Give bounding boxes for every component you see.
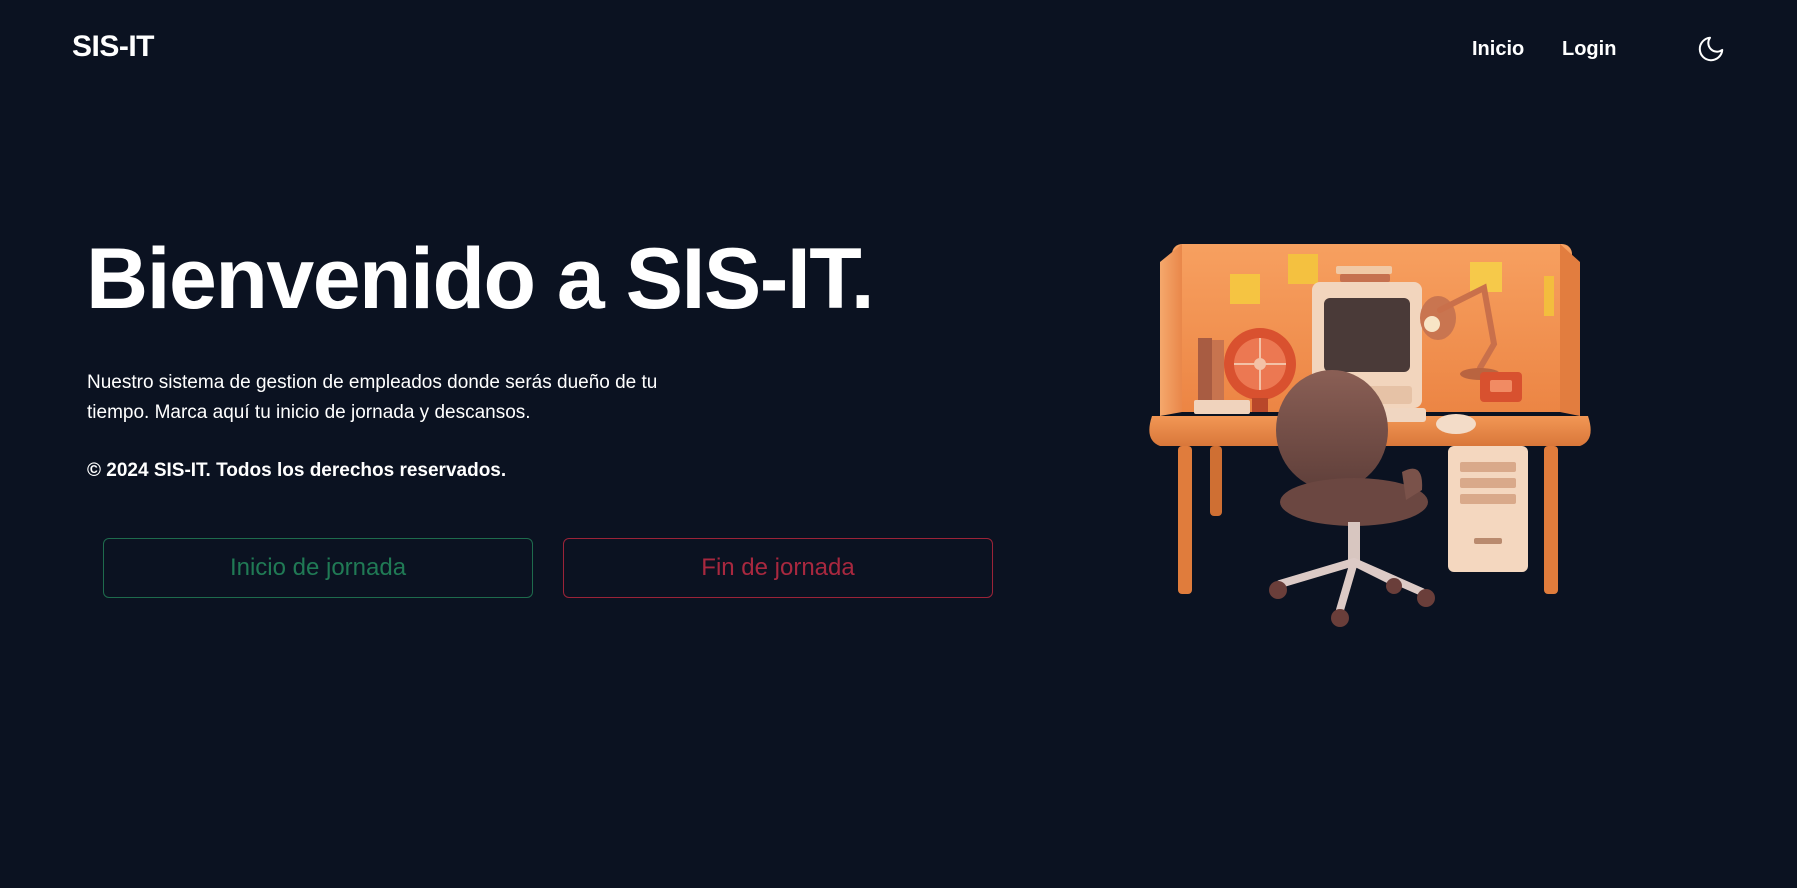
top-navbar: SIS-IT Inicio Login: [0, 0, 1797, 100]
hero-description: Nuestro sistema de gestion de empleados …: [87, 372, 658, 423]
office-desk-illustration: [1149, 244, 1591, 627]
start-shift-button[interactable]: Inicio de jornada: [103, 538, 533, 598]
nav-link-inicio[interactable]: Inicio: [1472, 38, 1524, 61]
end-shift-button[interactable]: Fin de jornada: [563, 538, 993, 598]
theme-toggle-button[interactable]: [1696, 34, 1726, 64]
page: SIS-IT Inicio Login Bienvenido a SIS-IT.…: [0, 0, 1797, 888]
page-title: Bienvenido a SIS-IT.: [86, 231, 875, 327]
copyright-notice: © 2024 SIS-IT. Todos los derechos reserv…: [87, 460, 507, 481]
nav-link-login[interactable]: Login: [1562, 38, 1616, 61]
brand-logo[interactable]: SIS-IT: [72, 30, 155, 64]
moon-icon: [1698, 36, 1724, 62]
